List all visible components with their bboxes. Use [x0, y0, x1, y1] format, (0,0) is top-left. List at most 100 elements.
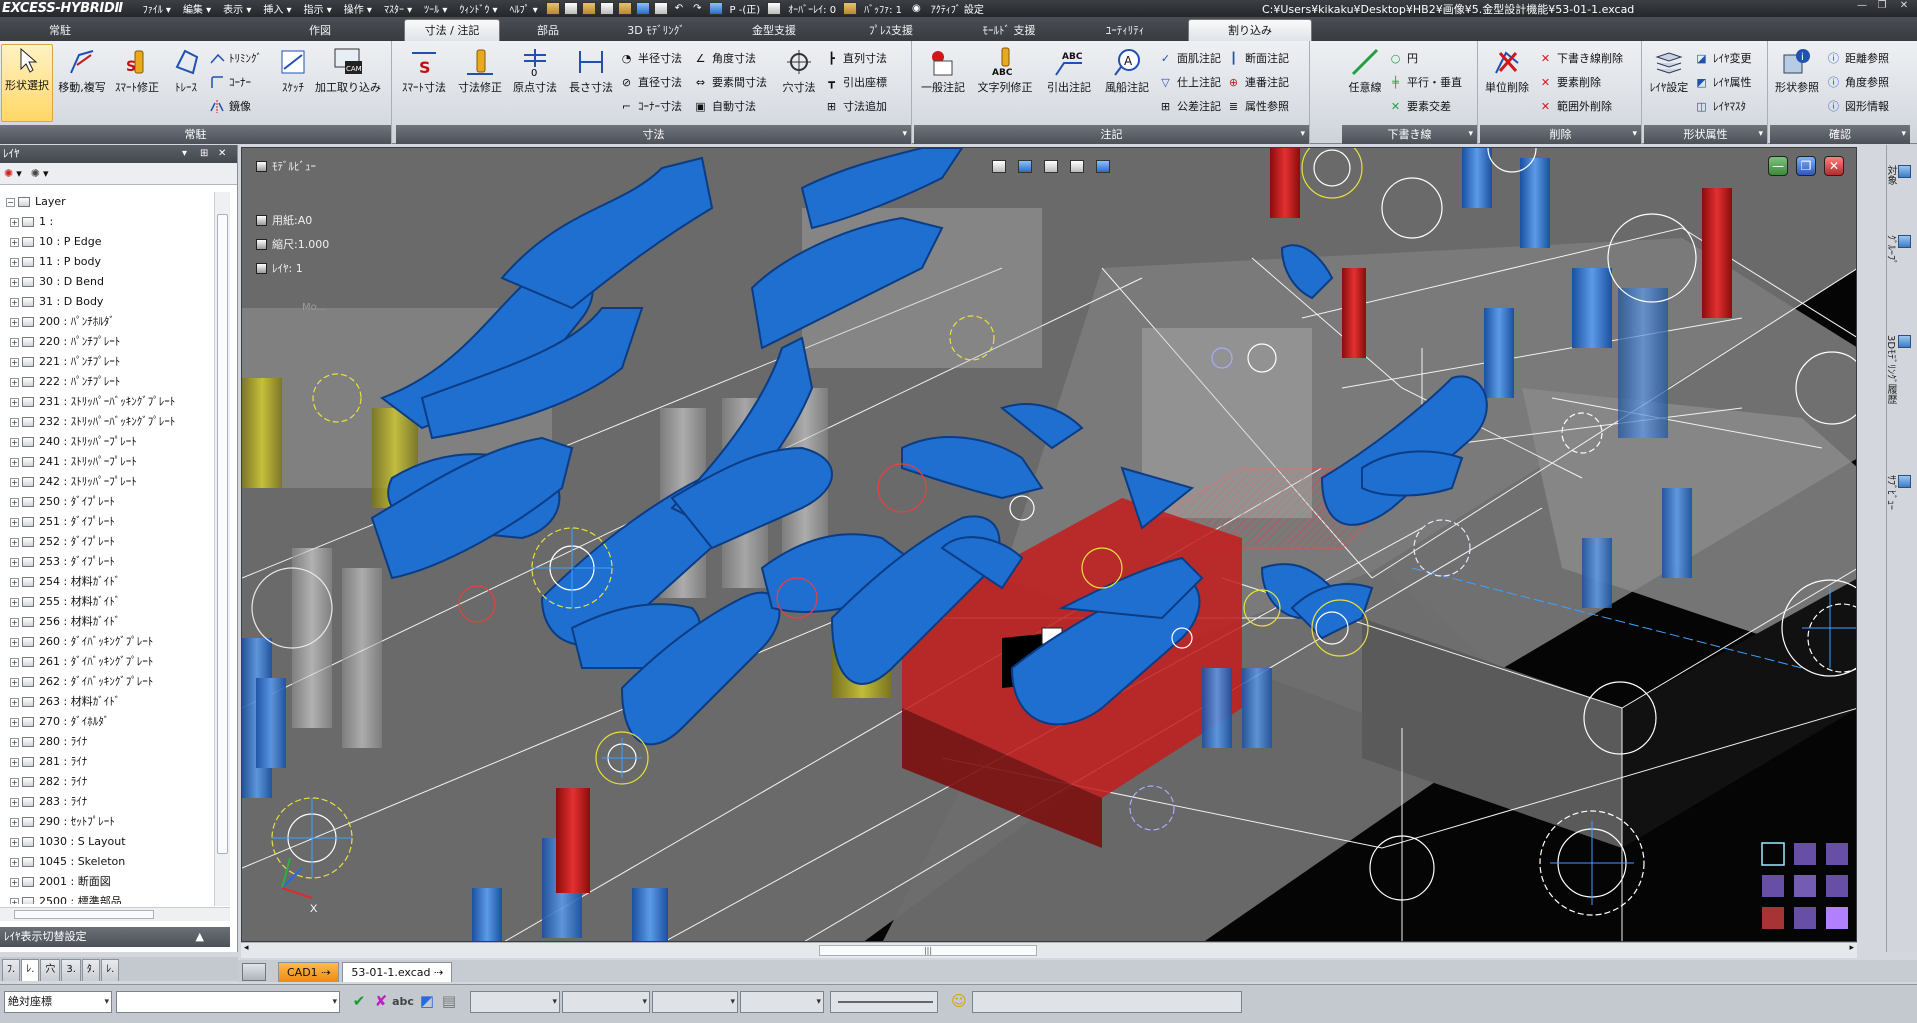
tab-jochu[interactable]: 常駐 — [4, 19, 116, 41]
pin-icon[interactable]: ⊞ — [200, 145, 208, 163]
status-field-1[interactable]: ▾ — [470, 991, 560, 1013]
expand-icon[interactable]: + — [10, 537, 19, 547]
layer-item[interactable]: +2500 : 標準部品 — [0, 892, 214, 904]
tab-utility[interactable]: ﾕｰﾃｨﾘﾃｨ — [1068, 19, 1182, 41]
expand-icon[interactable]: + — [10, 677, 19, 687]
expand-icon[interactable]: + — [10, 577, 19, 587]
dim-edit-button[interactable]: 寸法修正 — [454, 47, 506, 94]
scroll-left-icon[interactable]: ◂ — [244, 943, 249, 953]
expand-icon[interactable]: + — [10, 217, 19, 227]
distance-ref-button[interactable]: ⓘ 距離参照 — [1826, 47, 1889, 69]
dropdown-icon[interactable]: ▾ — [642, 992, 647, 1012]
surface-note-button[interactable]: ✓ 面肌注記 — [1158, 47, 1221, 69]
side-tab-group[interactable]: ｸﾞﾙｰﾌﾟ — [1885, 235, 1911, 265]
shape-info-button[interactable]: ⓘ 図形情報 — [1826, 95, 1889, 117]
layer-item[interactable]: +222 : ﾊﾟﾝﾁﾌﾟﾚｰﾄ — [0, 372, 214, 392]
view-option-icon[interactable] — [1096, 160, 1110, 173]
panel-tab-re[interactable]: ﾚ. — [101, 959, 120, 981]
dropdown-icon[interactable]: ▾ — [104, 992, 109, 1012]
mirror-button[interactable]: 鏡像 — [210, 95, 251, 117]
expand-icon[interactable]: ▾ — [1901, 125, 1906, 144]
expand-icon[interactable]: + — [10, 857, 19, 867]
menu-edit[interactable]: 編集 ▾ — [177, 1, 217, 16]
element-delete-button[interactable]: ✕ 要素削除 — [1538, 71, 1601, 93]
panel-tab-3d[interactable]: 3. — [61, 959, 81, 981]
panel-menu-icon[interactable]: ▾ — [182, 145, 187, 163]
expand-icon[interactable]: + — [10, 477, 19, 487]
cancel-icon[interactable]: ✘ — [372, 992, 390, 1010]
expand-icon[interactable]: + — [10, 777, 19, 787]
expand-icon[interactable]: + — [10, 817, 19, 827]
layer-item[interactable]: +31 : D Body — [0, 292, 214, 312]
expand-icon[interactable]: ▾ — [1758, 125, 1763, 144]
general-note-button[interactable]: 一般注記 — [916, 47, 970, 94]
expand-icon[interactable]: + — [10, 257, 19, 267]
dropdown-icon[interactable]: ▾ — [43, 167, 49, 180]
layer-item[interactable]: +262 : ﾀﾞｲﾊﾞｯｷﾝｸﾞﾌﾟﾚｰﾄ — [0, 672, 214, 692]
folder-icon[interactable] — [617, 2, 632, 15]
any-line-button[interactable]: 任意線 — [1344, 47, 1386, 94]
layer-item[interactable]: +281 : ﾗｲﾅ — [0, 752, 214, 772]
angle-ref-button[interactable]: ⓘ 角度参照 — [1826, 71, 1889, 93]
trim-button[interactable]: ﾄﾘﾐﾝｸﾞ — [210, 47, 262, 69]
layer-item[interactable]: +270 : ﾀﾞｲﾎﾙﾀﾞ — [0, 712, 214, 732]
line-style-field[interactable] — [830, 991, 938, 1013]
corner-dim-button[interactable]: ⌐ ｺｰﾅｰ寸法 — [619, 95, 682, 117]
range-delete-button[interactable]: ✕ 範囲外削除 — [1538, 95, 1612, 117]
leader-note-button[interactable]: ABC 引出注記 — [1040, 47, 1098, 94]
expand-icon[interactable]: + — [10, 737, 19, 747]
layer-item[interactable]: +220 : ﾊﾟﾝﾁﾌﾟﾚｰﾄ — [0, 332, 214, 352]
layer-item[interactable]: +200 : ﾊﾟﾝﾁﾎﾙﾀﾞ — [0, 312, 214, 332]
coord-dim-button[interactable]: ┳ 引出座標 — [824, 71, 887, 93]
layer-item[interactable]: +283 : ﾗｲﾅ — [0, 792, 214, 812]
layer-item[interactable]: +251 : ﾀﾞｲﾌﾟﾚｰﾄ — [0, 512, 214, 532]
status-field-4[interactable]: ▾ — [740, 991, 824, 1013]
export-icon[interactable] — [635, 2, 650, 15]
overlay-count[interactable]: ｵｰﾊﾞｰﾚｲ: 0 — [783, 1, 841, 16]
layer-item[interactable]: +231 : ｽﾄﾘｯﾊﾟｰﾊﾞｯｷﾝｸﾞﾌﾟﾚｰﾄ — [0, 392, 214, 412]
panel-tab-layer[interactable]: ﾚ. — [21, 959, 40, 981]
layer-item[interactable]: +242 : ｽﾄﾘｯﾊﾟｰﾌﾟﾚｰﾄ — [0, 472, 214, 492]
expand-icon[interactable]: + — [10, 317, 19, 327]
layer-on-icon[interactable]: ✺ — [4, 167, 13, 180]
tab-kanagata[interactable]: 金型支援 — [716, 19, 832, 41]
layer-hscrollbar[interactable] — [0, 907, 230, 921]
tolerance-note-button[interactable]: ⊞ 公差注記 — [1158, 95, 1221, 117]
layer-item[interactable]: +261 : ﾀﾞｲﾊﾞｯｷﾝｸﾞﾌﾟﾚｰﾄ — [0, 652, 214, 672]
panel-close-icon[interactable]: ✕ — [218, 145, 226, 163]
menu-instruct[interactable]: 指示 ▾ — [298, 1, 338, 16]
view-fit-icon[interactable] — [992, 160, 1006, 173]
expand-icon[interactable]: + — [10, 297, 19, 307]
open-folder-icon[interactable] — [545, 2, 560, 15]
layer-item[interactable]: +254 : 材料ｶﾞｲﾄﾞ — [0, 572, 214, 592]
layer-root[interactable]: − Layer — [0, 192, 214, 212]
view-wire-icon[interactable] — [1044, 160, 1058, 173]
origin-dim-button[interactable]: 0 原点寸法 — [508, 47, 562, 94]
layer-display-toggle[interactable]: ﾚｲﾔ表示切替設定 ▲ — [0, 927, 230, 947]
dropdown-icon[interactable]: ▾ — [16, 167, 22, 180]
expand-icon[interactable]: + — [10, 437, 19, 447]
expand-icon[interactable]: + — [10, 797, 19, 807]
length-dim-button[interactable]: 長さ寸法 — [564, 47, 618, 94]
menu-operate[interactable]: 操作 ▾ — [338, 1, 378, 16]
layer-off-icon[interactable]: ✺ — [31, 167, 40, 180]
expand-icon[interactable]: + — [10, 357, 19, 367]
smart-dim-button[interactable]: S ｽﾏｰﾄ寸法 — [399, 47, 449, 94]
expand-icon[interactable]: + — [10, 277, 19, 287]
finish-note-button[interactable]: ▽ 仕上注記 — [1158, 71, 1221, 93]
expand-icon[interactable]: + — [10, 557, 19, 567]
auto-dim-button[interactable]: ▣ 自動寸法 — [693, 95, 756, 117]
model-canvas[interactable]: X — [242, 148, 1857, 942]
dropdown-icon[interactable]: ▾ — [552, 992, 557, 1012]
buffer-count[interactable]: ﾊﾞｯﾌｧ: 1 — [859, 1, 907, 16]
tab-press[interactable]: ﾌﾟﾚｽ支援 — [832, 19, 950, 41]
layer-item[interactable]: +252 : ﾀﾞｲﾌﾟﾚｰﾄ — [0, 532, 214, 552]
side-tab-3d-history[interactable]: 3Dﾓﾃﾞﾘﾝｸﾞ履歴 — [1885, 335, 1911, 404]
panel-tab-1[interactable]: ﾌ. — [2, 959, 21, 981]
shape-ref-button[interactable]: i 形状参照 — [1772, 47, 1822, 94]
trace-button[interactable]: ﾄﾚｰｽ — [166, 47, 206, 94]
expand-icon[interactable]: + — [10, 457, 19, 467]
menu-view[interactable]: 表示 ▾ — [217, 1, 257, 16]
balloon-note-button[interactable]: A 風船注記 — [1100, 47, 1154, 94]
layer-item[interactable]: +232 : ｽﾄﾘｯﾊﾟｰﾊﾞｯｷﾝｸﾞﾌﾟﾚｰﾄ — [0, 412, 214, 432]
